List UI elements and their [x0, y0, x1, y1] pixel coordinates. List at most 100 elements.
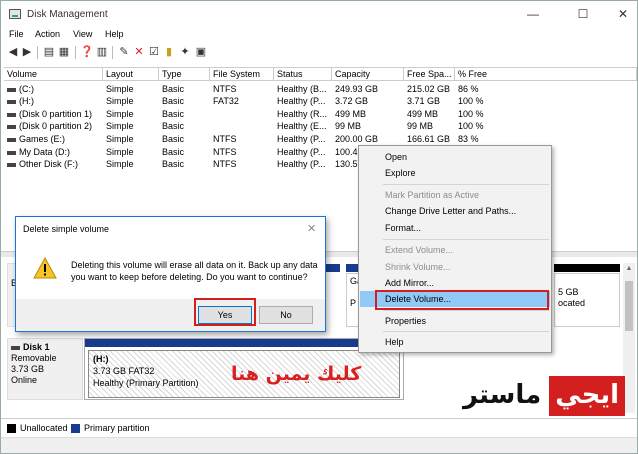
- volume-type: Basic: [162, 147, 185, 157]
- table-row[interactable]: (C:) Simple Basic NTFS Healthy (B... 249…: [4, 83, 637, 95]
- menu-add-mirror[interactable]: Add Mirror...: [360, 275, 550, 291]
- volume-file-system: FAT32: [213, 96, 239, 106]
- volume-free-space: 215.02 GB: [407, 84, 451, 94]
- menu-open[interactable]: Open: [360, 149, 550, 165]
- column-header-layout[interactable]: Layout: [103, 68, 159, 81]
- volume-name: (C:): [19, 84, 34, 94]
- volume-type: Basic: [162, 134, 185, 144]
- yes-button-highlight-box: [194, 298, 256, 326]
- volume-status: Healthy (P...: [277, 96, 326, 106]
- menu-separator: [383, 184, 549, 185]
- column-header-file-system[interactable]: File System: [210, 68, 274, 81]
- connect-icon[interactable]: ✎: [117, 45, 131, 59]
- disk-1-partition-bar: [85, 339, 403, 347]
- disk-0-unallocated-bar: [554, 264, 620, 272]
- disk-1-status: Online: [11, 375, 38, 385]
- dialog-title-bar: Delete simple volume ✕: [16, 217, 325, 241]
- check-icon[interactable]: ☑: [147, 45, 161, 59]
- volume-percent-free: 83 %: [458, 134, 479, 144]
- menu-shrink-volume: Shrink Volume...: [385, 262, 451, 272]
- new-item-icon[interactable]: ✦: [178, 45, 192, 59]
- drive-icon: [7, 124, 16, 129]
- delete-volume-dialog: Delete simple volume ✕ Deleting this vol…: [15, 216, 326, 332]
- volume-type: Basic: [162, 84, 185, 94]
- scroll-thumb[interactable]: [625, 281, 633, 331]
- dialog-title: Delete simple volume: [23, 224, 110, 234]
- volume-capacity: 249.93 GB: [335, 84, 379, 94]
- volume-layout: Simple: [106, 147, 134, 157]
- volume-type: Basic: [162, 96, 185, 106]
- column-header-capacity[interactable]: Capacity: [332, 68, 404, 81]
- disk-0-unallocated[interactable]: 5 GB ocated: [554, 273, 620, 327]
- volume-capacity: 200.00 GB: [335, 134, 379, 144]
- volume-name: (Disk 0 partition 2): [19, 121, 93, 131]
- disk-icon: [11, 345, 20, 350]
- menu-file[interactable]: File: [9, 29, 24, 39]
- menu-explore[interactable]: Explore: [360, 165, 550, 181]
- warning-icon: [33, 257, 57, 279]
- title-bar: Disk Management — ☐ ✕: [1, 1, 637, 27]
- menu-properties[interactable]: Properties: [360, 313, 550, 329]
- disk-1-label[interactable]: Disk 1 Removable 3.73 GB Online: [7, 338, 83, 400]
- primary-partition-swatch: [71, 424, 80, 433]
- folder-icon[interactable]: ▮: [162, 45, 176, 59]
- right-click-here-annotation: كليك يمين هنا: [231, 363, 362, 385]
- list-view-icon[interactable]: ▦: [57, 45, 71, 59]
- scroll-up-icon[interactable]: ▲: [623, 263, 635, 275]
- table-row[interactable]: (Disk 0 partition 1) Simple Basic Health…: [4, 108, 637, 120]
- column-header-volume[interactable]: Volume: [4, 68, 103, 81]
- drive-icon: [7, 112, 16, 117]
- menu-view[interactable]: View: [73, 29, 92, 39]
- grid-view-icon[interactable]: ▥: [95, 45, 109, 59]
- table-row[interactable]: Games (E:) Simple Basic NTFS Healthy (P.…: [4, 133, 637, 145]
- dialog-close-icon[interactable]: ✕: [307, 222, 316, 235]
- unallocated-status: ocated: [558, 298, 586, 308]
- drive-icon: [7, 99, 16, 104]
- dialog-message: Deleting this volume will erase all data…: [71, 260, 318, 282]
- delete-icon[interactable]: ✕: [132, 45, 146, 59]
- unallocated-swatch: [7, 424, 16, 433]
- back-arrow-icon[interactable]: ◀: [6, 45, 20, 59]
- volume-layout: Simple: [106, 84, 134, 94]
- volume-status: Healthy (P...: [277, 159, 326, 169]
- column-header-type[interactable]: Type: [159, 68, 210, 81]
- site-watermark-logo: ماستر ايجي: [463, 376, 625, 416]
- legend-bar: Unallocated Primary partition: [1, 418, 637, 436]
- volume-name: (Disk 0 partition 1): [19, 109, 93, 119]
- show-hide-console-tree-icon[interactable]: ▤: [42, 45, 56, 59]
- properties-icon[interactable]: ▣: [194, 45, 208, 59]
- menu-bar: File Action View Help: [1, 27, 637, 43]
- volume-layout: Simple: [106, 96, 134, 106]
- menu-help[interactable]: Help: [360, 334, 550, 350]
- volume-layout: Simple: [106, 109, 134, 119]
- table-row[interactable]: (H:) Simple Basic FAT32 Healthy (P... 3.…: [4, 95, 637, 107]
- table-row[interactable]: (Disk 0 partition 2) Simple Basic Health…: [4, 120, 637, 132]
- no-button[interactable]: No: [259, 306, 313, 324]
- volume-layout: Simple: [106, 159, 134, 169]
- watermark-black-text: ماستر: [463, 380, 542, 410]
- maximize-button[interactable]: ☐: [563, 5, 603, 23]
- column-header-status[interactable]: Status: [274, 68, 332, 81]
- menu-separator: [383, 239, 549, 240]
- menu-format[interactable]: Format...: [360, 220, 550, 236]
- close-button[interactable]: ✕: [603, 5, 638, 23]
- forward-arrow-icon[interactable]: ▶: [20, 45, 34, 59]
- partition-h-label: (H:): [93, 354, 109, 364]
- minimize-button[interactable]: —: [513, 5, 553, 23]
- menu-action[interactable]: Action: [35, 29, 60, 39]
- partition-h-detail: 3.73 GB FAT32: [93, 366, 155, 376]
- context-menu: Open Explore Mark Partition as Active Ch…: [358, 145, 552, 353]
- volume-layout: Simple: [106, 121, 134, 131]
- watermark-red-text: ايجي: [549, 376, 625, 416]
- toolbar-separator: [75, 46, 76, 59]
- volume-status: Healthy (B...: [277, 84, 327, 94]
- help-icon[interactable]: ❓: [80, 45, 94, 59]
- menu-change-drive-letter[interactable]: Change Drive Letter and Paths...: [360, 203, 550, 219]
- volume-percent-free: 100 %: [458, 96, 484, 106]
- partition-h-status: Healthy (Primary Partition): [93, 378, 199, 388]
- toolbar: ◀ ▶ ▤ ▦ ❓ ▥ ✎ ✕ ☑ ▮ ✦ ▣: [1, 43, 637, 63]
- column-header-percent-free[interactable]: % Free: [455, 68, 637, 81]
- disk-1-name: Disk 1: [23, 342, 50, 352]
- column-header-free-space[interactable]: Free Spa...: [404, 68, 455, 81]
- menu-help[interactable]: Help: [105, 29, 124, 39]
